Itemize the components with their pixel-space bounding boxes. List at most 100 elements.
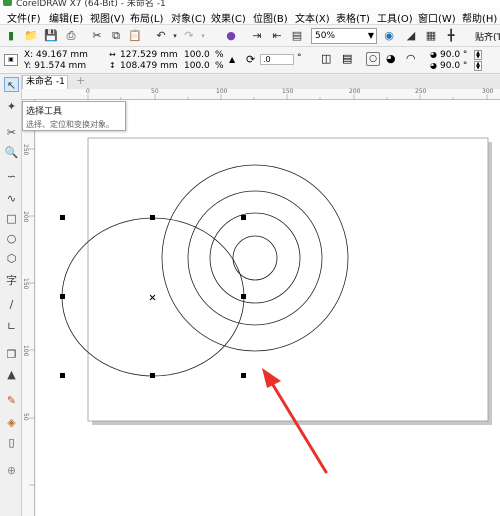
reference-point-icon[interactable]: ▣ — [4, 54, 18, 66]
selection-handle[interactable] — [60, 373, 65, 378]
menu-object[interactable]: 对象(C) — [171, 10, 206, 25]
scale-width[interactable]: 100.0 — [184, 50, 210, 60]
freehand-tool-icon[interactable]: ∽ — [4, 169, 19, 184]
ruler-label: 200 — [349, 88, 361, 95]
mirror-vertical-icon[interactable]: ▤ — [342, 52, 352, 65]
crop-tool-icon[interactable]: ✂ — [4, 125, 19, 140]
full-screen-preview-icon[interactable]: ◉ — [382, 29, 396, 43]
pick-tool-icon[interactable]: ↖ — [4, 77, 19, 92]
selection-handle[interactable] — [241, 373, 246, 378]
arc-mode-icon[interactable]: ◠ — [406, 52, 416, 65]
drawing-svg — [60, 137, 492, 474]
ellipse-tool-icon[interactable]: ○ — [4, 231, 19, 246]
import-icon[interactable]: ⇥ — [250, 29, 264, 43]
show-guidelines-icon[interactable]: ╋ — [444, 29, 458, 43]
open-folder-icon[interactable]: 📁 — [24, 29, 38, 43]
smart-fill-icon[interactable]: ▯ — [4, 435, 19, 450]
shape-tool-icon[interactable]: ✦ — [4, 99, 19, 114]
vertical-ruler[interactable]: 250 200 150 100 50 — [22, 100, 35, 516]
color-eyedropper-icon[interactable]: ✎ — [4, 393, 19, 408]
document-tabbar: 未命名 -1 + — [22, 75, 500, 89]
cut-icon[interactable]: ✂ — [90, 29, 104, 43]
drawing-window[interactable] — [36, 100, 500, 516]
pick-tool-tooltip: 选择工具 选择、定位和变换对象。 — [22, 101, 126, 131]
lock-ratio-icon[interactable]: ▲ — [229, 55, 235, 64]
ruler-label: 50 — [151, 88, 159, 95]
menu-table[interactable]: 表格(T) — [336, 10, 370, 25]
drop-shadow-icon[interactable]: ❐ — [4, 347, 19, 362]
x-position[interactable]: X: 49.167 mm — [24, 50, 88, 60]
interactive-fill-icon[interactable]: ◈ — [4, 415, 19, 430]
selection-handle[interactable] — [241, 215, 246, 220]
zoom-tool-icon[interactable]: 🔍 — [4, 145, 19, 160]
selection-handle[interactable] — [150, 373, 155, 378]
selection-handle[interactable] — [241, 294, 246, 299]
scale-height[interactable]: 100.0 — [184, 61, 210, 71]
menu-view[interactable]: 视图(V) — [90, 10, 125, 25]
save-icon[interactable]: 💾 — [44, 29, 58, 43]
ruler-label: 100 — [22, 345, 29, 357]
object-width[interactable]: 127.529 mm — [120, 50, 178, 60]
menu-window[interactable]: 窗口(W) — [418, 10, 456, 25]
copy-icon[interactable]: ⧉ — [109, 29, 123, 43]
tab-document[interactable]: 未命名 -1 — [22, 75, 68, 89]
redo-dropdown-icon[interactable]: ▾ — [196, 29, 210, 43]
menu-effects[interactable]: 效果(C) — [211, 10, 246, 25]
add-tool-icon[interactable]: ⊕ — [4, 463, 19, 478]
menu-help[interactable]: 帮助(H) — [462, 10, 497, 25]
menu-tools[interactable]: 工具(O) — [377, 10, 413, 25]
zoom-value: 50% — [315, 31, 336, 41]
end-angle-value[interactable]: 90.0 ° — [440, 61, 467, 71]
show-rulers-icon[interactable]: ◢ — [404, 29, 418, 43]
ruler-label: 100 — [216, 88, 228, 95]
pie-mode-icon[interactable]: ◕ — [386, 52, 396, 65]
start-angle-value[interactable]: 90.0 ° — [440, 50, 467, 60]
undo-icon[interactable]: ↶ — [154, 29, 168, 43]
undo-dropdown-icon[interactable]: ▾ — [168, 29, 182, 43]
start-angle-stepper[interactable]: ▲ ▼ — [474, 50, 482, 60]
selection-handle[interactable] — [150, 215, 155, 220]
parallel-dimension-icon[interactable]: ∕ — [4, 297, 19, 312]
width-icon: ↔ — [109, 50, 116, 59]
menu-file[interactable]: 文件(F) — [7, 10, 41, 25]
new-document-icon[interactable]: ▮ — [4, 29, 18, 43]
artistic-media-icon[interactable]: ∿ — [4, 191, 19, 206]
tooltip-description: 选择、定位和变换对象。 — [26, 120, 114, 129]
redo-icon[interactable]: ↷ — [182, 29, 196, 43]
text-tool-icon[interactable]: 字 — [4, 273, 19, 288]
transparency-icon[interactable]: ▲ — [4, 367, 19, 382]
menu-edit[interactable]: 编辑(E) — [49, 10, 83, 25]
menu-bar: 文件(F) 编辑(E) 视图(V) 布局(L) 对象(C) 效果(C) 位图(B… — [0, 8, 500, 25]
snap-to-button[interactable]: 贴齐(T) — [475, 30, 500, 43]
rotation-angle-field[interactable]: .0 — [260, 54, 294, 65]
y-position[interactable]: Y: 91.574 mm — [24, 61, 86, 71]
paste-icon[interactable]: 📋 — [128, 29, 142, 43]
menu-text[interactable]: 文本(X) — [295, 10, 330, 25]
rotation-unit: ° — [297, 53, 302, 63]
selection-handle[interactable] — [60, 215, 65, 220]
property-bar: ▣ X: 49.167 mm Y: 91.574 mm ↔ 127.529 mm… — [0, 47, 500, 74]
horizontal-ruler[interactable]: 0 50 100 150 200 250 300 — [22, 88, 500, 100]
zoom-level-select[interactable]: 50% ▼ — [311, 28, 377, 44]
publish-pdf-icon[interactable]: ▤ — [290, 29, 304, 43]
mirror-horizontal-icon[interactable]: ◫ — [321, 52, 331, 65]
end-angle-stepper[interactable]: ▲ ▼ — [474, 61, 482, 71]
standard-toolbar: ▮ 📁 💾 ⎙ ✂ ⧉ 📋 ↶ ▾ ↷ ▾ ● ⇥ ⇤ ▤ 50% ▼ ◉ ◢ … — [0, 25, 500, 47]
menu-bitmap[interactable]: 位图(B) — [253, 10, 288, 25]
connector-tool-icon[interactable]: ∟ — [4, 319, 19, 334]
add-tab-icon[interactable]: + — [76, 75, 85, 87]
scale-width-unit: % — [215, 50, 224, 60]
search-content-icon[interactable]: ● — [224, 29, 238, 43]
polygon-tool-icon[interactable]: ⬡ — [4, 251, 19, 266]
document-page[interactable] — [87, 137, 489, 422]
ellipse-mode-icon[interactable]: ○ — [366, 52, 380, 66]
show-grid-icon[interactable]: ▦ — [424, 29, 438, 43]
object-height[interactable]: 108.479 mm — [120, 61, 178, 71]
ruler-label: 0 — [86, 88, 90, 95]
rectangle-tool-icon[interactable]: □ — [4, 211, 19, 226]
print-icon[interactable]: ⎙ — [64, 29, 78, 43]
selection-handle[interactable] — [60, 294, 65, 299]
export-icon[interactable]: ⇤ — [270, 29, 284, 43]
tooltip-title: 选择工具 — [26, 107, 63, 117]
menu-layout[interactable]: 布局(L) — [130, 10, 163, 25]
